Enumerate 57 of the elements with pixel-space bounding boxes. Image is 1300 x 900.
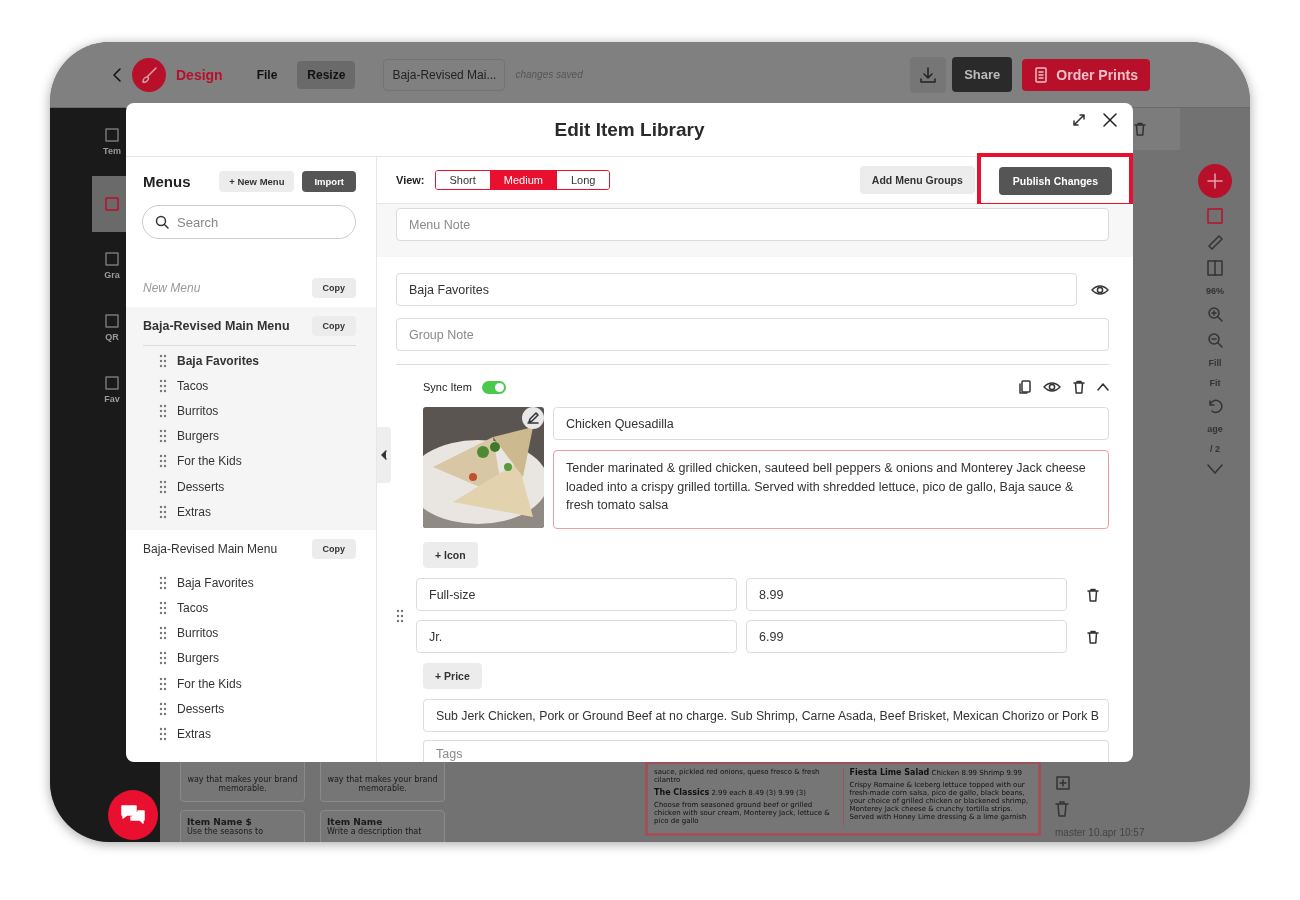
item-card[interactable]: Item Name Write a description that bbox=[320, 810, 445, 842]
menu-name[interactable]: Baja-Revised Main Menu bbox=[143, 319, 312, 333]
order-prints-button[interactable]: Order Prints bbox=[1022, 58, 1150, 91]
copy-button[interactable]: Copy bbox=[311, 278, 356, 298]
rail-item[interactable]: Fav bbox=[92, 362, 132, 418]
group-note-field[interactable]: Group Note bbox=[396, 318, 1109, 351]
page-label: age bbox=[1207, 424, 1223, 434]
new-menu-button[interactable]: + New Menu bbox=[219, 171, 295, 192]
menu-group-item[interactable]: Baja Favorites bbox=[177, 353, 260, 368]
description-field[interactable]: Tender marinated & grilled chicken, sauteed bell peppers & onions and Monterey Jack cheese loaded into a crispy grilled tortilla. Served with shredded lettuce, pico de gallo, Baja sauce & fresh tomato salsa bbox=[553, 450, 1109, 529]
app-title: Design bbox=[176, 66, 223, 83]
menu-group-item[interactable]: Burgers bbox=[177, 429, 220, 444]
menu-button[interactable]: File bbox=[246, 60, 288, 89]
page-count: / 2 bbox=[1210, 444, 1220, 454]
menu-group-item[interactable]: Burgers bbox=[177, 651, 220, 666]
tags-field[interactable]: Tags bbox=[423, 740, 1109, 762]
menu-group-item[interactable]: For the Kids bbox=[177, 454, 242, 469]
item-note-field[interactable]: Sub Jerk Chicken, Pork or Ground Beef at no charge. Sub Shrimp, Carne Asada, Beef Brisket, Mexican Chorizo or Pork B bbox=[423, 699, 1109, 732]
menu-group-item[interactable]: Tacos bbox=[177, 378, 209, 393]
price-field[interactable]: 8.99 bbox=[746, 578, 1067, 611]
item-name-field[interactable]: Chicken Quesadilla bbox=[553, 407, 1109, 440]
menus-heading: Menus bbox=[143, 173, 192, 190]
view-label: View: bbox=[396, 174, 425, 186]
menu-group-item[interactable]: Baja Favorites bbox=[177, 575, 254, 590]
menu-name[interactable]: Baja-Revised Main Menu bbox=[143, 542, 312, 557]
zoom-level: 96% bbox=[1206, 286, 1224, 296]
menu-group-item[interactable]: Desserts bbox=[177, 479, 225, 494]
view-tab[interactable]: Medium bbox=[489, 171, 557, 189]
copy-button[interactable]: Copy bbox=[311, 316, 356, 336]
menu-group-item[interactable]: For the Kids bbox=[177, 676, 242, 691]
publish-changes-button[interactable]: Publish Changes bbox=[998, 167, 1112, 195]
menu-note-field[interactable]: Menu Note bbox=[396, 208, 1109, 241]
copy-button[interactable]: Copy bbox=[311, 539, 356, 560]
dialog-title: Edit Item Library bbox=[554, 118, 705, 141]
dish-title: The Classics bbox=[654, 788, 710, 797]
menu-group-item[interactable]: Desserts bbox=[177, 701, 225, 716]
item-card[interactable]: Item Name $ Use the seasons to bbox=[180, 810, 305, 842]
share-button[interactable]: Share bbox=[952, 57, 1013, 92]
menu-group-item[interactable]: Extras bbox=[177, 504, 211, 519]
document-name-field[interactable]: Baja-Revised Mai... bbox=[383, 58, 506, 91]
price-label-field[interactable]: Jr. bbox=[416, 620, 737, 653]
price-field[interactable]: 6.99 bbox=[746, 620, 1067, 653]
menu-group-item[interactable]: Extras bbox=[177, 727, 211, 742]
rail-item[interactable]: Gra bbox=[92, 238, 132, 294]
menu-group-item[interactable]: Tacos bbox=[177, 601, 209, 616]
group-name-field[interactable]: Baja Favorites bbox=[396, 273, 1077, 306]
add-menu-groups-button[interactable]: Add Menu Groups bbox=[859, 166, 975, 194]
dish-title: Fiesta Lime Salad bbox=[849, 768, 930, 777]
menu-group-item[interactable]: Burritos bbox=[177, 403, 219, 418]
rail-item[interactable]: Tem bbox=[92, 114, 132, 170]
add-price-button[interactable]: + Price bbox=[423, 663, 482, 689]
price-label-field[interactable]: Full-size bbox=[416, 578, 737, 611]
menu-group-item[interactable]: Burritos bbox=[177, 626, 219, 641]
rail-item[interactable]: QR bbox=[92, 300, 132, 356]
import-button[interactable]: Import bbox=[302, 171, 356, 192]
sync-item-label: Sync Item bbox=[423, 381, 472, 393]
add-icon-button[interactable]: + Icon bbox=[423, 542, 478, 568]
